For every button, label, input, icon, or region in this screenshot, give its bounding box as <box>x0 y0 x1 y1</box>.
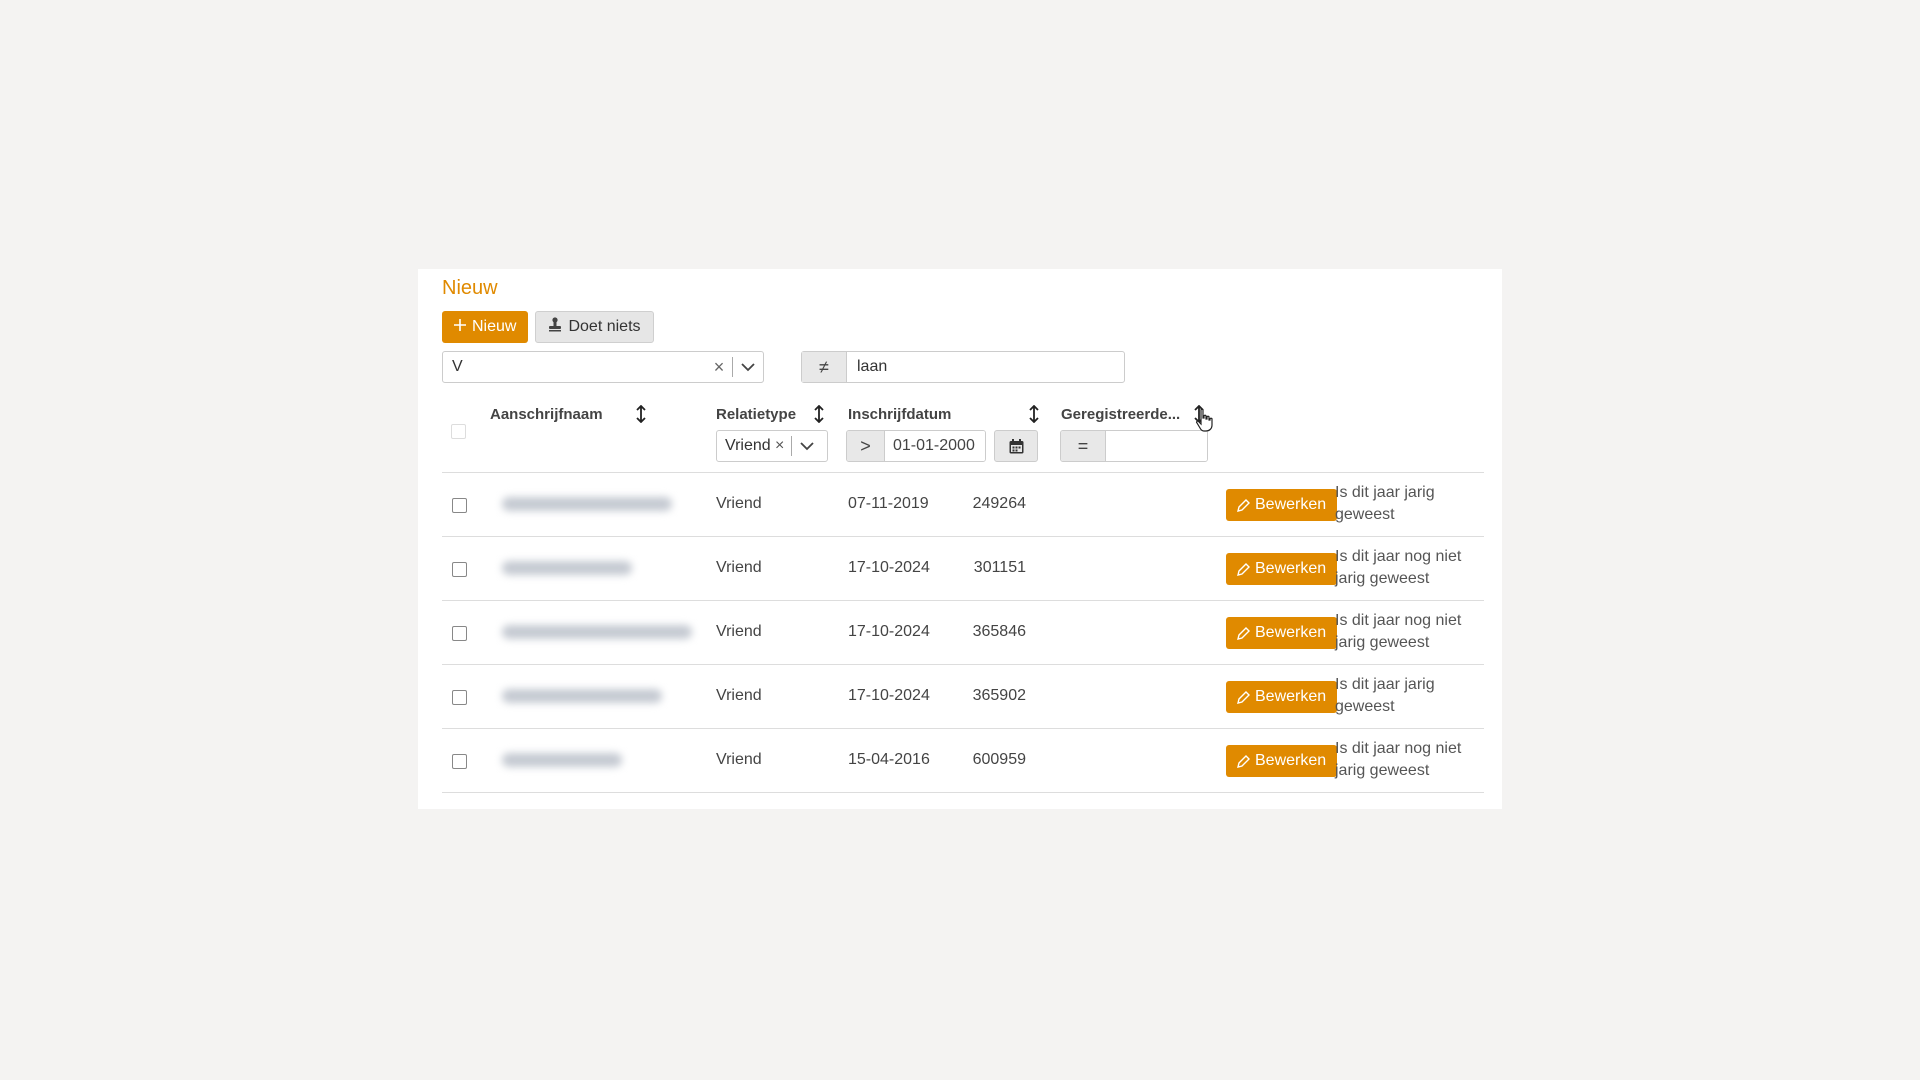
birthday-note-line2: jarig geweest <box>1335 634 1430 651</box>
name-cell-blurred <box>490 537 720 600</box>
edit-button-label: Bewerken <box>1255 624 1327 641</box>
calendar-icon <box>1009 438 1023 453</box>
stamp-icon <box>548 317 562 337</box>
group-select[interactable]: V × <box>442 351 764 383</box>
row-checkbox[interactable] <box>452 498 467 513</box>
calendar-button[interactable] <box>994 430 1038 462</box>
birthday-note-line2: jarig geweest <box>1335 570 1430 587</box>
pencil-icon <box>1237 626 1250 640</box>
relation-cell: Vriend <box>716 495 762 512</box>
table-row: Vriend 07-11-2019 249264 Bewerken Is dit… <box>442 473 1484 537</box>
toolbar: Nieuw Doet niets <box>442 311 654 343</box>
noop-button-label: Doet niets <box>568 318 641 335</box>
new-button[interactable]: Nieuw <box>442 311 529 343</box>
row-checkbox[interactable] <box>452 690 467 705</box>
number-filter-input[interactable] <box>1106 431 1207 461</box>
edit-button[interactable]: Bewerken <box>1226 681 1338 713</box>
birthday-note: Is dit jaar nog niet jarig geweest <box>1335 610 1475 654</box>
edit-button-label: Bewerken <box>1255 560 1327 577</box>
group-select-value: V <box>452 358 463 375</box>
text-filter: ≠ <box>801 351 1125 383</box>
relation-filter-value: Vriend <box>725 437 771 454</box>
edit-button[interactable]: Bewerken <box>1226 617 1338 649</box>
date-cell: 15-04-2016 <box>848 751 930 768</box>
edit-button-label: Bewerken <box>1255 688 1327 705</box>
new-button-label: Nieuw <box>472 318 517 335</box>
birthday-note-line2: jarig geweest <box>1335 762 1430 779</box>
birthday-note-line1: Is dit jaar jarig <box>1335 676 1435 693</box>
sort-icon[interactable] <box>1028 405 1040 423</box>
sort-icon[interactable] <box>635 405 647 423</box>
edit-button[interactable]: Bewerken <box>1226 745 1338 777</box>
relation-filter-select[interactable]: Vriend × <box>716 430 828 462</box>
relation-cell: Vriend <box>716 623 762 640</box>
edit-button[interactable]: Bewerken <box>1226 489 1338 521</box>
chevron-down-icon[interactable] <box>733 362 763 372</box>
pencil-icon <box>1237 754 1250 768</box>
birthday-note-line1: Is dit jaar nog niet <box>1335 740 1462 757</box>
table-row: Vriend 15-04-2016 600959 Bewerken Is dit… <box>442 729 1484 793</box>
table-row: Vriend 17-10-2024 365846 Bewerken Is dit… <box>442 601 1484 665</box>
birthday-note-line2: geweest <box>1335 506 1395 523</box>
greater-than-operator-button[interactable]: > <box>847 431 885 461</box>
table-row: Vriend 17-10-2024 301151 Bewerken Is dit… <box>442 537 1484 601</box>
hand-cursor-icon <box>1195 408 1213 432</box>
row-checkbox[interactable] <box>452 626 467 641</box>
date-cell: 17-10-2024 <box>848 687 930 704</box>
text-filter-input[interactable] <box>847 352 1124 382</box>
name-cell-blurred <box>490 665 720 728</box>
chevron-down-icon[interactable] <box>792 441 822 451</box>
number-filter: = <box>1060 430 1208 462</box>
section-title: Nieuw <box>442 277 498 299</box>
clear-icon[interactable]: × <box>771 437 789 455</box>
edit-button[interactable]: Bewerken <box>1226 553 1338 585</box>
birthday-note: Is dit jaar jarig geweest <box>1335 482 1475 526</box>
sort-icon[interactable] <box>813 405 825 423</box>
birthday-note: Is dit jaar nog niet jarig geweest <box>1335 546 1475 590</box>
select-all-checkbox[interactable] <box>451 424 466 439</box>
date-cell: 17-10-2024 <box>848 559 930 576</box>
not-equal-operator-button[interactable]: ≠ <box>802 352 847 382</box>
birthday-note-line2: geweest <box>1335 698 1395 715</box>
date-filter: > <box>846 430 986 462</box>
noop-button[interactable]: Doet niets <box>535 311 654 343</box>
registered-cell: 249264 <box>972 495 1026 512</box>
clear-icon[interactable]: × <box>706 357 732 378</box>
column-header-relation[interactable]: Relatietype <box>716 406 796 423</box>
pencil-icon <box>1237 498 1250 512</box>
birthday-note: Is dit jaar nog niet jarig geweest <box>1335 738 1475 782</box>
plus-icon <box>454 318 466 336</box>
grid-card: Nieuw Nieuw Doet niets V × ≠ Aanschrijfn… <box>418 269 1502 809</box>
table-row: Vriend 17-10-2024 365902 Bewerken Is dit… <box>442 665 1484 729</box>
date-cell: 07-11-2019 <box>848 495 929 512</box>
equals-operator-button[interactable]: = <box>1061 431 1106 461</box>
column-header-registered[interactable]: Geregistreerde... <box>1061 406 1180 423</box>
relation-cell: Vriend <box>716 687 762 704</box>
birthday-note-line1: Is dit jaar jarig <box>1335 484 1435 501</box>
name-cell-blurred <box>490 473 720 536</box>
date-cell: 17-10-2024 <box>848 623 930 640</box>
edit-button-label: Bewerken <box>1255 496 1327 513</box>
edit-button-label: Bewerken <box>1255 752 1327 769</box>
birthday-note: Is dit jaar jarig geweest <box>1335 674 1475 718</box>
birthday-note-line1: Is dit jaar nog niet <box>1335 548 1462 565</box>
pencil-icon <box>1237 562 1250 576</box>
row-checkbox[interactable] <box>452 562 467 577</box>
row-checkbox[interactable] <box>452 754 467 769</box>
pencil-icon <box>1237 690 1250 704</box>
relation-cell: Vriend <box>716 751 762 768</box>
name-cell-blurred <box>490 729 720 792</box>
registered-cell: 301151 <box>973 559 1026 576</box>
date-filter-input[interactable] <box>885 431 985 461</box>
registered-cell: 365902 <box>972 687 1026 704</box>
registered-cell: 365846 <box>972 623 1026 640</box>
name-cell-blurred <box>490 601 720 664</box>
relation-cell: Vriend <box>716 559 762 576</box>
birthday-note-line1: Is dit jaar nog niet <box>1335 612 1462 629</box>
column-header-date[interactable]: Inschrijfdatum <box>848 406 951 423</box>
column-header-name[interactable]: Aanschrijfnaam <box>490 406 603 423</box>
registered-cell: 600959 <box>972 751 1026 768</box>
